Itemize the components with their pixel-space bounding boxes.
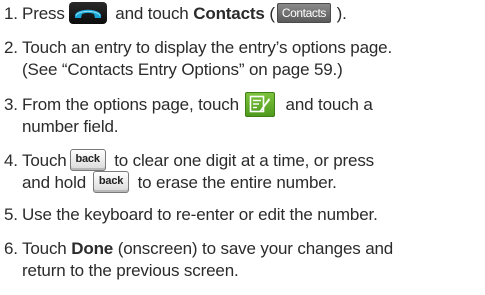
step-text: and touch a [280,95,373,114]
step-2: 2. Touch an entry to display the entry’s … [4,37,483,81]
contacts-tab-icon: Contacts [276,3,331,24]
step-number: 1. [4,4,18,23]
step-text: Press [22,4,65,23]
step-text: Touch [22,151,67,170]
back-key-icon: back [93,170,130,193]
back-key-icon: back [69,148,106,171]
step-text: Touch an entry to display the entry’s op… [22,38,393,57]
step-3: 3. From the options page, touch and touch… [4,91,483,138]
edit-note-icon [244,91,275,117]
step-text: (onscreen) to save your changes and [117,239,394,258]
step-text: ( [269,4,275,23]
step-6: 6. Touch Done (onscreen) to save your cha… [4,238,483,282]
step-4: 4. Touch back to clear one digit at a time… [4,148,483,194]
step-text: Touch [22,239,67,258]
step-number: 6. [4,239,18,258]
step-text: ). [332,4,347,23]
step-text: Use the keyboard to re-enter or edit the… [22,205,378,224]
step-text: to clear one digit at a time, or press [109,151,375,170]
done-label: Done [71,239,114,258]
step-5: 5. Use the keyboard to re-enter or edit t… [4,204,483,226]
contacts-label: Contacts [193,4,265,23]
step-number: 2. [4,38,18,57]
step-text: and hold [22,173,87,192]
instruction-steps: 1. Press and touch Contacts (Contacts ). … [0,0,485,295]
step-text: to erase the entire number. [133,173,337,192]
step-text-line2: return to the previous screen. [22,261,239,280]
step-1: 1. Press and touch Contacts (Contacts ). [4,1,483,25]
step-text: From the options page, touch [22,95,239,114]
step-text: and touch [110,4,189,23]
step-text-line2: (See “Contacts Entry Options” on page 59… [22,60,343,79]
step-number: 3. [4,95,18,114]
step-number: 4. [4,151,18,170]
step-text-line2: number field. [22,117,119,136]
step-number: 5. [4,205,18,224]
phone-handset-icon [68,1,107,24]
